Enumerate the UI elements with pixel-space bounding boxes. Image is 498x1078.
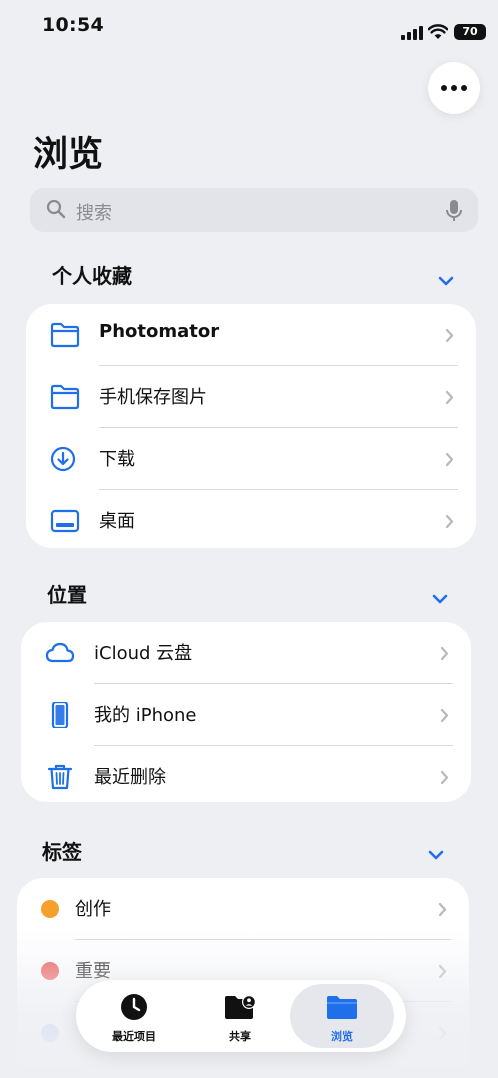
iphone-icon bbox=[51, 702, 69, 728]
location-item-my-iphone[interactable]: 我的 iPhone bbox=[21, 684, 471, 746]
battery-icon: 70 bbox=[454, 24, 486, 40]
chevron-right-icon bbox=[440, 646, 449, 661]
ellipsis-icon bbox=[441, 85, 467, 91]
trash-icon bbox=[47, 764, 73, 790]
row-label: 桌面 bbox=[99, 511, 135, 532]
chevron-down-icon[interactable] bbox=[428, 850, 444, 860]
folder-icon bbox=[50, 384, 80, 410]
tab-bar: 最近项目 共享 浏览 bbox=[76, 980, 406, 1052]
desktop-icon bbox=[50, 509, 80, 533]
row-label: 我的 iPhone bbox=[94, 705, 197, 726]
chevron-right-icon bbox=[445, 452, 454, 467]
section-header-favorites[interactable]: 个人收藏 bbox=[52, 260, 132, 289]
row-label: iCloud 云盘 bbox=[94, 643, 193, 664]
status-bar: 10:54 70 bbox=[0, 0, 498, 50]
cellular-signal-icon bbox=[401, 26, 423, 40]
section-header-tags[interactable]: 标签 bbox=[42, 836, 82, 865]
orange-tag-dot-icon bbox=[41, 900, 59, 918]
shared-folder-icon bbox=[225, 995, 256, 1019]
favorites-card: Photomator 手机保存图片 下载 桌面 bbox=[26, 304, 476, 548]
row-label: 最近删除 bbox=[94, 767, 166, 788]
chevron-down-icon[interactable] bbox=[432, 594, 448, 604]
clock-icon bbox=[121, 994, 147, 1020]
chevron-right-icon bbox=[438, 902, 447, 917]
chevron-right-icon bbox=[445, 328, 454, 343]
microphone-icon[interactable] bbox=[446, 200, 462, 222]
favorite-item-saved-images[interactable]: 手机保存图片 bbox=[26, 366, 476, 428]
chevron-right-icon bbox=[445, 390, 454, 405]
status-time: 10:54 bbox=[42, 14, 104, 36]
chevron-right-icon bbox=[445, 514, 454, 529]
row-label: 创作 bbox=[75, 899, 111, 920]
favorite-item-desktop[interactable]: 桌面 bbox=[26, 490, 476, 548]
page-title: 浏览 bbox=[33, 135, 104, 175]
chevron-right-icon bbox=[440, 708, 449, 723]
tab-browse[interactable]: 浏览 bbox=[290, 984, 394, 1048]
row-label: 下载 bbox=[99, 449, 135, 470]
chevron-right-icon bbox=[440, 770, 449, 785]
wifi-icon bbox=[428, 24, 448, 39]
folder-icon bbox=[327, 996, 357, 1019]
favorite-item-photomator[interactable]: Photomator bbox=[26, 304, 476, 366]
tab-label: 共享 bbox=[229, 1030, 251, 1043]
search-icon bbox=[46, 199, 66, 219]
location-item-recently-deleted[interactable]: 最近删除 bbox=[21, 746, 471, 802]
locations-card: iCloud 云盘 我的 iPhone 最近删除 bbox=[21, 622, 471, 802]
folder-icon bbox=[50, 322, 80, 348]
favorite-item-downloads[interactable]: 下载 bbox=[26, 428, 476, 490]
cloud-icon bbox=[45, 642, 75, 663]
chevron-down-icon[interactable] bbox=[438, 276, 454, 286]
tab-label: 最近项目 bbox=[112, 1030, 156, 1043]
search-input[interactable]: 搜索 bbox=[76, 199, 112, 225]
row-label: Photomator bbox=[99, 321, 220, 342]
tab-label: 浏览 bbox=[331, 1030, 353, 1043]
location-item-icloud[interactable]: iCloud 云盘 bbox=[21, 622, 471, 684]
battery-level: 70 bbox=[462, 25, 478, 38]
section-header-locations[interactable]: 位置 bbox=[47, 579, 87, 608]
row-label: 手机保存图片 bbox=[99, 387, 207, 408]
search-bar[interactable]: 搜索 bbox=[30, 188, 478, 232]
more-options-button[interactable] bbox=[428, 62, 480, 114]
tab-shared[interactable]: 共享 bbox=[188, 984, 292, 1048]
download-icon bbox=[50, 446, 76, 472]
tab-recents[interactable]: 最近项目 bbox=[82, 984, 186, 1048]
